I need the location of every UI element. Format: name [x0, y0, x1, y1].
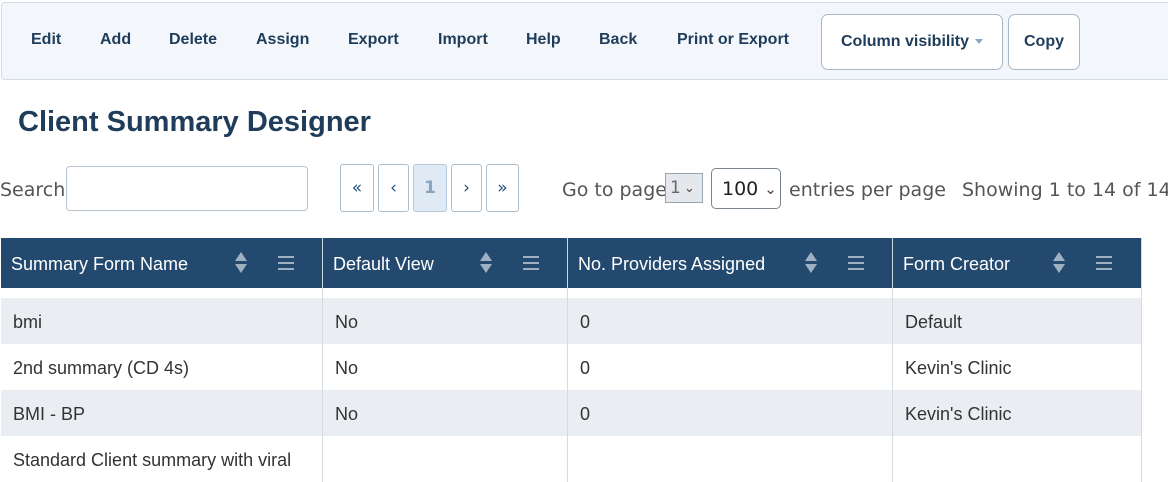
- spacer-cell: [1, 288, 323, 298]
- spacer-cell: [568, 288, 893, 298]
- cell-text: No: [335, 358, 359, 378]
- next-page-button[interactable]: ›: [451, 164, 482, 212]
- cell-default-view: No: [323, 344, 568, 390]
- cell-form-creator: [893, 436, 1142, 482]
- table-row[interactable]: BMI - BP No 0 Kevin's Clinic: [1, 390, 1142, 436]
- showing-info: Showing 1 to 14 of 14 e: [962, 179, 1168, 201]
- cell-default-view: No: [323, 298, 568, 344]
- back-button[interactable]: Back: [599, 31, 637, 49]
- help-button[interactable]: Help: [526, 31, 561, 49]
- goto-page-select[interactable]: 1 ⌄: [665, 173, 703, 203]
- assign-button[interactable]: Assign: [256, 31, 309, 49]
- cell-providers-assigned: 0: [568, 344, 893, 390]
- column-visibility-label: Column visibility: [840, 33, 969, 50]
- cell-form-name: 2nd summary (CD 4s): [1, 344, 323, 390]
- cell-providers-assigned: [568, 436, 893, 482]
- column-menu-icon[interactable]: [523, 256, 539, 270]
- cell-providers-assigned: 0: [568, 390, 893, 436]
- column-header[interactable]: No. Providers Assigned: [568, 238, 893, 288]
- entries-value: 100: [722, 177, 759, 200]
- goto-page-label: Go to page: [562, 179, 667, 201]
- cell-text: 0: [580, 358, 591, 378]
- edit-button[interactable]: Edit: [31, 31, 61, 49]
- column-menu-icon[interactable]: [848, 256, 864, 270]
- table-row[interactable]: 2nd summary (CD 4s) No 0 Kevin's Clinic: [1, 344, 1142, 390]
- cell-providers-assigned: 0: [568, 298, 893, 344]
- cell-text: Kevin's Clinic: [905, 404, 1012, 424]
- prev-page-button[interactable]: ‹: [378, 164, 409, 212]
- last-page-button[interactable]: »: [486, 164, 519, 212]
- goto-page-value: 1: [670, 178, 681, 198]
- column-header-label: Summary Form Name: [11, 254, 189, 274]
- cell-text: Standard Client summary with viral: [13, 450, 292, 470]
- cell-default-view: No: [323, 390, 568, 436]
- search-label: Search:: [0, 179, 72, 201]
- spacer-cell: [323, 288, 568, 298]
- table-header: Summary Form Name Default View No. Provi…: [1, 238, 1142, 288]
- delete-button[interactable]: Delete: [169, 31, 217, 49]
- print-or-export-button[interactable]: Print or Export: [677, 31, 789, 49]
- sort-icon[interactable]: [235, 252, 247, 274]
- cell-text: Default: [905, 312, 963, 332]
- column-header[interactable]: Summary Form Name: [1, 238, 323, 288]
- cell-form-creator: Kevin's Clinic: [893, 390, 1142, 436]
- summary-table: Summary Form Name Default View No. Provi…: [1, 238, 1142, 482]
- entries-per-page-select[interactable]: 100 ⌄: [711, 168, 781, 209]
- table-row[interactable]: Standard Client summary with viral: [1, 436, 1142, 482]
- import-button[interactable]: Import: [438, 31, 488, 49]
- cell-text: bmi: [13, 312, 43, 332]
- sort-icon[interactable]: [805, 252, 817, 274]
- column-header[interactable]: Form Creator: [893, 238, 1142, 288]
- current-page-button[interactable]: 1: [413, 164, 447, 212]
- cell-form-name: Standard Client summary with viral: [1, 436, 323, 482]
- column-header[interactable]: Default View: [323, 238, 568, 288]
- first-page-button[interactable]: «: [340, 164, 374, 212]
- copy-label: Copy: [1024, 33, 1064, 50]
- cell-text: No: [335, 312, 359, 332]
- cell-text: Kevin's Clinic: [905, 358, 1012, 378]
- cell-form-creator: Kevin's Clinic: [893, 344, 1142, 390]
- column-menu-icon[interactable]: [278, 256, 294, 270]
- table-body: bmi No 0 Default 2nd summary (CD 4s) No …: [1, 288, 1142, 482]
- column-visibility-button[interactable]: Column visibility: [821, 14, 1003, 70]
- table-row[interactable]: bmi No 0 Default: [1, 298, 1142, 344]
- column-header-label: Default View: [333, 254, 434, 274]
- column-header-label: Form Creator: [903, 254, 1011, 274]
- entries-per-page-label: entries per page: [789, 179, 946, 201]
- cell-text: 0: [580, 312, 591, 332]
- cell-form-creator: Default: [893, 298, 1142, 344]
- chevron-down-icon: ⌄: [764, 179, 777, 198]
- sort-icon[interactable]: [1053, 252, 1065, 274]
- toolbar: Edit Add Delete Assign Export Import Hel…: [1, 2, 1168, 80]
- chevron-down-icon: ⌄: [683, 180, 695, 196]
- page-title: Client Summary Designer: [18, 106, 371, 138]
- column-menu-icon[interactable]: [1096, 256, 1112, 270]
- cell-text: BMI - BP: [13, 404, 86, 424]
- search-input[interactable]: [66, 166, 308, 211]
- cell-form-name: bmi: [1, 298, 323, 344]
- spacer-cell: [893, 288, 1142, 298]
- cell-text: 0: [580, 404, 591, 424]
- table-spacer: [1, 288, 1142, 298]
- cell-text: 2nd summary (CD 4s): [13, 358, 190, 378]
- copy-button[interactable]: Copy: [1008, 14, 1080, 70]
- cell-form-name: BMI - BP: [1, 390, 323, 436]
- add-button[interactable]: Add: [100, 31, 131, 49]
- column-header-label: No. Providers Assigned: [578, 254, 766, 274]
- caret-down-icon: [975, 38, 983, 44]
- cell-text: No: [335, 404, 359, 424]
- export-button[interactable]: Export: [348, 31, 399, 49]
- cell-default-view: [323, 436, 568, 482]
- sort-icon[interactable]: [480, 252, 492, 274]
